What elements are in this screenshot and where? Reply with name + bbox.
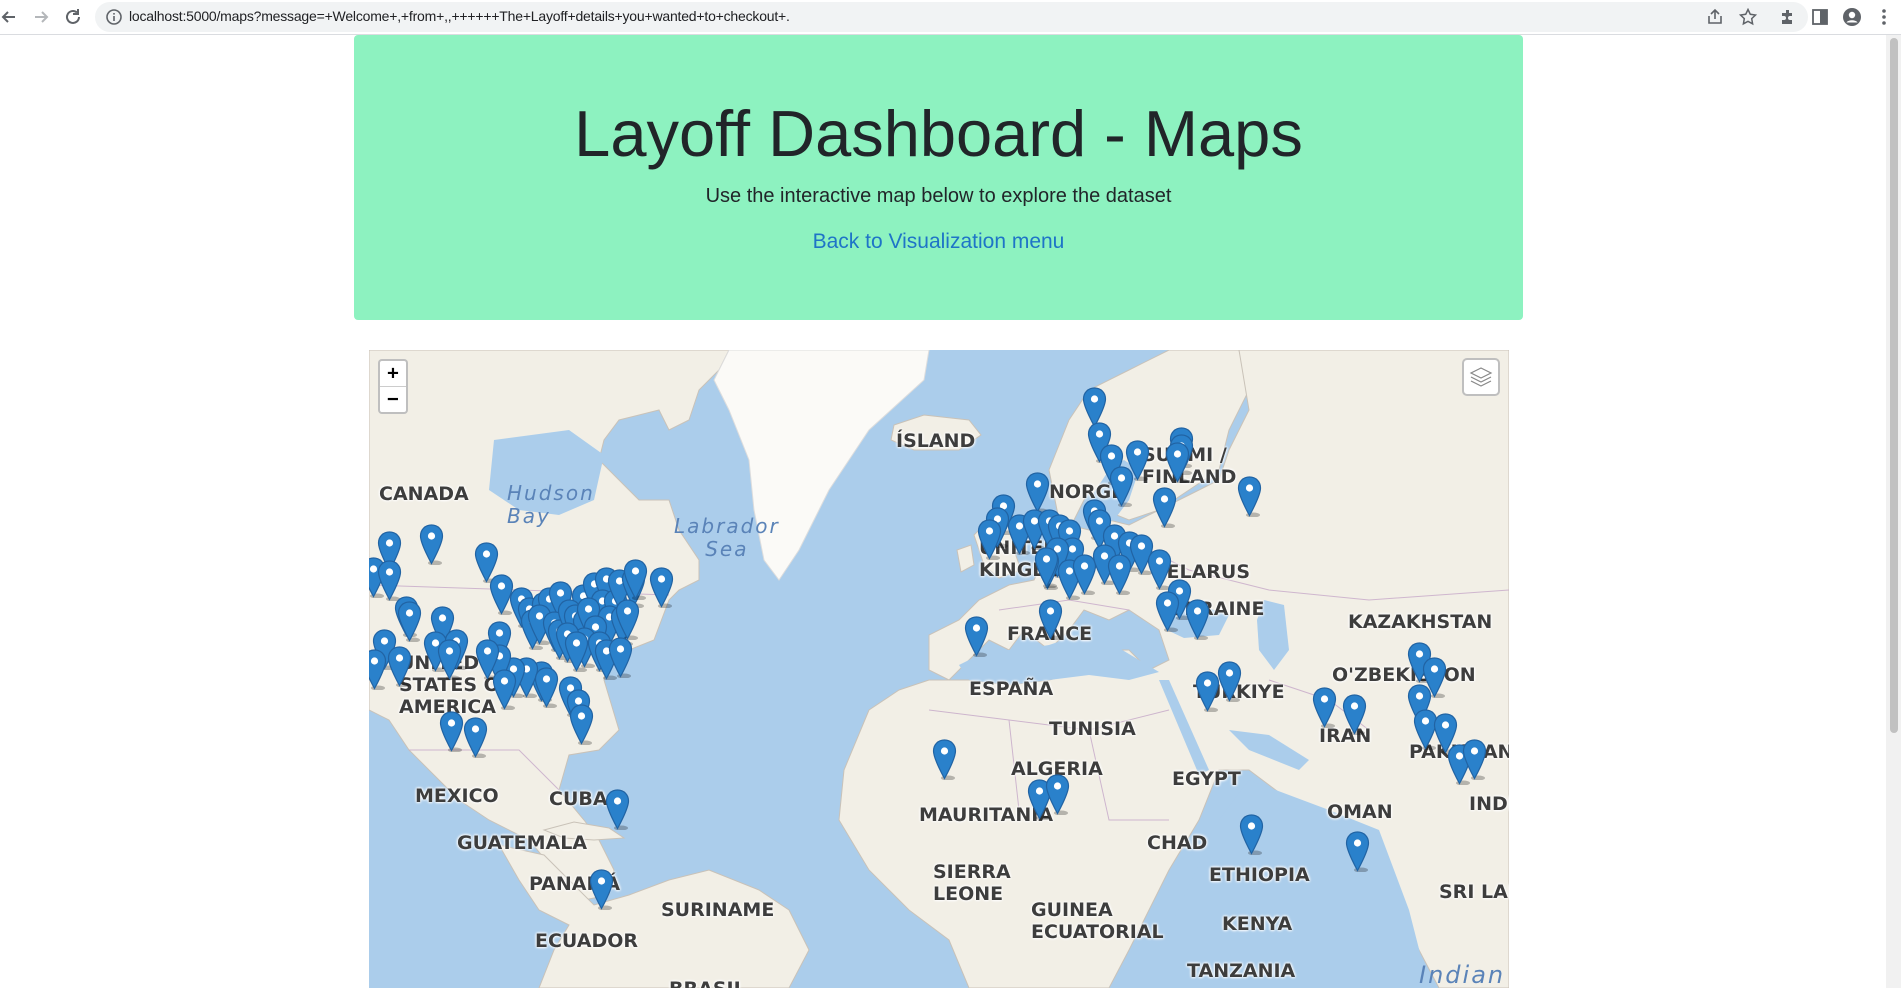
back-icon[interactable] [0, 2, 24, 32]
map-marker-icon[interactable] [1239, 814, 1264, 855]
label-mexico: MEXICO [415, 785, 499, 807]
label-cuba: CUBA [549, 788, 608, 810]
label-kenya: KENYA [1222, 913, 1293, 935]
label-indian-ocean: Indian [1419, 961, 1506, 988]
back-to-visualization-link[interactable]: Back to Visualization menu [354, 230, 1523, 254]
label-tanzania: TANZANIA [1187, 960, 1296, 982]
zoom-out-button[interactable]: − [380, 386, 406, 412]
map-marker-icon[interactable] [977, 519, 1002, 560]
label-india: INDIA [1469, 793, 1509, 815]
address-bar[interactable]: localhost:5000/maps?message=+Welcome+,+f… [95, 2, 1808, 32]
label-oman: OMAN [1327, 801, 1393, 823]
label-labrador-sea: Labrador Sea [674, 514, 780, 561]
forward-icon[interactable] [26, 2, 56, 32]
map-marker-icon[interactable] [369, 649, 387, 690]
page-title: Layoff Dashboard - Maps [574, 97, 1303, 170]
page-subtitle: Use the interactive map below to explore… [705, 185, 1172, 207]
profile-avatar-icon[interactable] [1842, 7, 1862, 27]
map-marker-icon[interactable] [1217, 661, 1242, 702]
layers-icon[interactable] [1462, 358, 1500, 396]
label-uzbekistan: O'ZBEKISTON [1332, 664, 1476, 686]
label-hudson-bay: Hudson Bay [507, 481, 595, 528]
label-eq-guinea: GUINEA ECUATORIAL [1031, 899, 1164, 943]
map-marker-icon[interactable] [589, 869, 614, 910]
map-marker-icon[interactable] [397, 601, 422, 642]
map-marker-icon[interactable] [534, 667, 559, 708]
map-marker-icon[interactable] [377, 560, 402, 601]
url-text: localhost:5000/maps?message=+Welcome+,+f… [129, 8, 790, 24]
map-marker-icon[interactable] [1342, 694, 1367, 735]
map-marker-icon[interactable] [1237, 476, 1262, 517]
map-marker-icon[interactable] [1312, 687, 1337, 728]
label-chad: CHAD [1147, 832, 1208, 854]
map-marker-icon[interactable] [615, 599, 640, 640]
zoom-control: + − [378, 359, 408, 414]
interactive-map[interactable]: CANADA ÍSLAND SUOMI / FINLAND NORGE UNIT… [369, 350, 1509, 988]
map-marker-icon[interactable] [1462, 739, 1487, 780]
map-marker-icon[interactable] [387, 646, 412, 687]
map-marker-icon[interactable] [437, 639, 462, 680]
map-marker-icon[interactable] [1152, 487, 1177, 528]
map-marker-icon[interactable] [964, 616, 989, 657]
map-marker-icon[interactable] [623, 559, 648, 600]
map-marker-icon[interactable] [605, 789, 630, 830]
browser-toolbar: localhost:5000/maps?message=+Welcome+,+f… [0, 0, 1901, 35]
map-marker-icon[interactable] [1155, 591, 1180, 632]
label-sri-lanka: SRI LANKA [1439, 881, 1509, 903]
label-iceland: ÍSLAND [896, 430, 976, 452]
map-marker-icon[interactable] [1034, 547, 1059, 588]
extensions-icon[interactable] [1778, 7, 1798, 27]
map-marker-icon[interactable] [492, 669, 517, 710]
label-ecuador: ECUADOR [535, 930, 639, 952]
label-kazakhstan: KAZAKHSTAN [1348, 611, 1493, 633]
label-suriname: SURINAME [661, 899, 775, 921]
label-ethiopia: ETHIOPIA [1209, 864, 1310, 886]
label-sierra-leone: SIERRA LEONE [933, 861, 1011, 905]
map-marker-icon[interactable] [1185, 599, 1210, 640]
map-marker-icon[interactable] [1025, 472, 1050, 513]
more-menu-icon[interactable] [1874, 7, 1894, 27]
map-marker-icon[interactable] [419, 524, 444, 565]
share-icon[interactable] [1706, 8, 1724, 26]
map-marker-icon[interactable] [1195, 671, 1220, 712]
reload-icon[interactable] [58, 2, 88, 32]
map-marker-icon[interactable] [463, 717, 488, 758]
label-canada: CANADA [379, 483, 469, 505]
map-marker-icon[interactable] [932, 739, 957, 780]
map-marker-icon[interactable] [439, 711, 464, 752]
scrollbar-thumb[interactable] [1890, 38, 1898, 733]
zoom-in-button[interactable]: + [380, 361, 406, 386]
map-marker-icon[interactable] [608, 637, 633, 678]
map-marker-icon[interactable] [1345, 831, 1370, 872]
side-panel-icon[interactable] [1810, 7, 1830, 27]
label-tunisia: TUNISIA [1049, 718, 1136, 740]
map-marker-icon[interactable] [649, 567, 674, 608]
label-egypt: EGYPT [1172, 768, 1241, 790]
label-guatemala: GUATEMALA [457, 832, 588, 854]
map-marker-icon[interactable] [1038, 599, 1063, 640]
map-marker-icon[interactable] [569, 704, 594, 745]
map-marker-icon[interactable] [1125, 440, 1150, 481]
header-jumbotron: Layoff Dashboard - Maps Use the interact… [354, 35, 1523, 320]
map-marker-icon[interactable] [564, 631, 589, 672]
map-marker-icon[interactable] [1165, 442, 1190, 483]
label-brazil: BRASIL [669, 980, 746, 988]
page-scrollbar[interactable] [1886, 35, 1901, 988]
label-spain: ESPAÑA [969, 678, 1054, 700]
bookmark-star-icon[interactable] [1739, 8, 1757, 26]
site-info-icon[interactable] [105, 8, 123, 26]
map-marker-icon[interactable] [1045, 774, 1070, 815]
